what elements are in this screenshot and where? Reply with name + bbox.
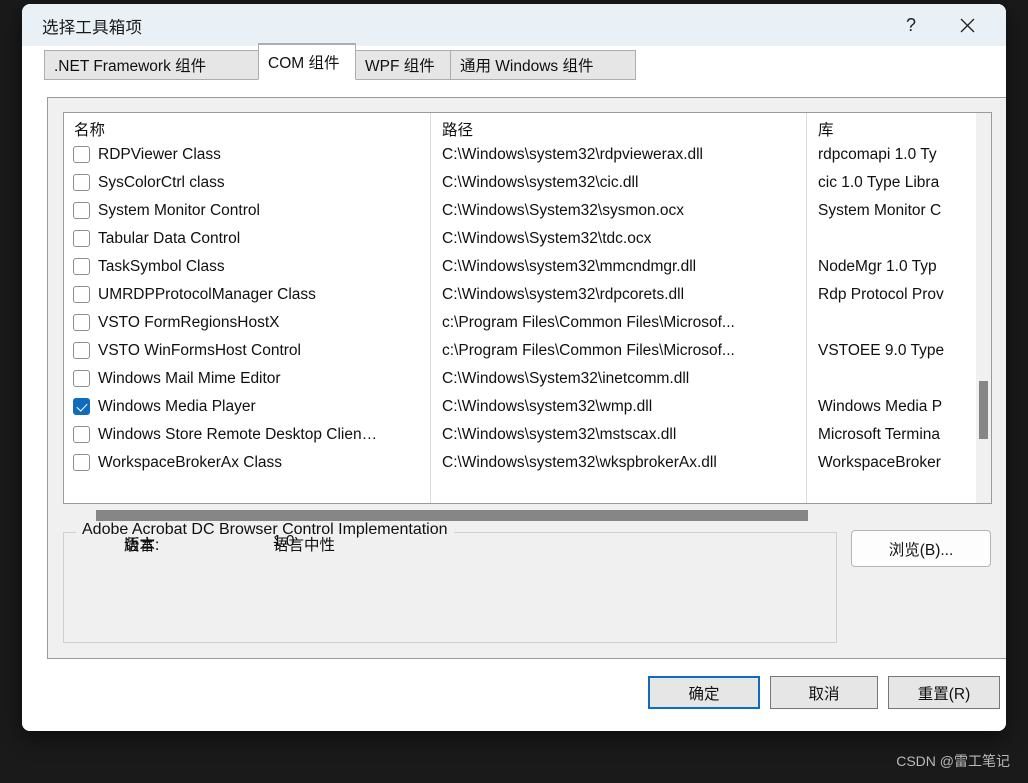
watermark: CSDN @雷工笔记 (896, 753, 1010, 769)
checkbox-icon[interactable] (73, 314, 90, 331)
cell-library: rdpcomapi 1.0 Ty (818, 146, 937, 163)
cancel-button[interactable]: 取消 (770, 676, 878, 709)
component-info-groupbox: Adobe Acrobat DC Browser Control Impleme… (63, 521, 837, 643)
table-row[interactable]: Windows Media Player C:\Windows\system32\… (64, 393, 991, 421)
column-header-name[interactable]: 名称 (74, 118, 105, 140)
checkbox-icon[interactable] (73, 174, 90, 191)
cell-name: SysColorCtrl class (98, 174, 225, 191)
tab-label: WPF 组件 (365, 58, 435, 75)
cell-library: Microsoft Termina (818, 426, 941, 443)
browse-button[interactable]: 浏览(B)... (851, 530, 991, 567)
vertical-scrollbar-thumb[interactable] (979, 381, 988, 439)
cell-path: C:\Windows\system32\mstscax.dll (442, 426, 677, 443)
tab-label: 通用 Windows 组件 (460, 58, 594, 75)
listview-content: 名称 路径 库 RDPViewer Class C:\Windows\system… (64, 113, 991, 503)
table-row[interactable]: Windows Store Remote Desktop Clien… C:\Wi… (64, 421, 991, 449)
help-icon[interactable]: ? (888, 4, 934, 46)
cell-path: C:\Windows\system32\wkspbrokerAx.dll (442, 454, 717, 471)
cell-library (818, 365, 978, 393)
checkbox-icon[interactable] (73, 230, 90, 247)
cell-path: C:\Windows\system32\mmcndmgr.dll (442, 258, 697, 275)
cell-path: C:\Windows\system32\rdpviewerax.dll (442, 146, 704, 163)
cell-name: Windows Store Remote Desktop Clien… (98, 426, 378, 443)
checkbox-icon[interactable] (73, 370, 90, 387)
tab-1[interactable]: COM 组件 (258, 44, 356, 80)
tab-label: COM 组件 (268, 55, 340, 72)
cell-name: UMRDPProtocolManager Class (98, 286, 316, 303)
cell-library: WorkspaceBroker (818, 454, 941, 471)
checkbox-icon[interactable] (73, 454, 90, 471)
table-row[interactable]: TaskSymbol Class C:\Windows\system32\mmcn… (64, 253, 991, 281)
dialog-footer: 确定 取消 重置(R) (22, 659, 1006, 731)
dialog-titlebar: 选择工具箱项 ? (22, 4, 1006, 46)
cell-library: cic 1.0 Type Libra (818, 174, 940, 191)
table-row[interactable]: RDPViewer Class C:\Windows\system32\rdpvi… (64, 141, 991, 169)
cell-path: C:\Windows\System32\inetcomm.dll (442, 370, 690, 387)
checkbox-icon[interactable] (73, 258, 90, 275)
cell-name: Windows Mail Mime Editor (98, 370, 281, 387)
cell-path: c:\Program Files\Common Files\Microsof..… (442, 342, 735, 359)
table-row[interactable]: VSTO FormRegionsHostX c:\Program Files\Co… (64, 309, 991, 337)
cell-path: C:\Windows\System32\sysmon.ocx (442, 202, 685, 219)
cell-name: System Monitor Control (98, 202, 260, 219)
ok-button[interactable]: 确定 (648, 676, 760, 709)
cell-library (818, 225, 978, 253)
cell-path: C:\Windows\system32\wmp.dll (442, 398, 653, 415)
table-row[interactable]: Tabular Data Control C:\Windows\System32\… (64, 225, 991, 253)
cell-library: VSTOEE 9.0 Type (818, 342, 945, 359)
cell-name: VSTO WinFormsHost Control (98, 342, 301, 359)
cell-library: NodeMgr 1.0 Typ (818, 258, 937, 275)
components-listview[interactable]: 名称 路径 库 RDPViewer Class C:\Windows\system… (63, 112, 992, 504)
column-header-path[interactable]: 路径 (442, 118, 473, 140)
checkbox-icon[interactable] (73, 146, 90, 163)
cell-library: Rdp Protocol Prov (818, 286, 944, 303)
tab-2[interactable]: WPF 组件 (355, 50, 451, 80)
table-row[interactable]: UMRDPProtocolManager Class C:\Windows\sys… (64, 281, 991, 309)
cell-path: c:\Program Files\Common Files\Microsof..… (442, 314, 735, 331)
checkbox-icon[interactable] (73, 202, 90, 219)
cell-path: C:\Windows\system32\rdpcorets.dll (442, 286, 685, 303)
cell-name: WorkspaceBrokerAx Class (98, 454, 283, 471)
tab-3[interactable]: 通用 Windows 组件 (450, 50, 636, 80)
table-row[interactable]: System Monitor Control C:\Windows\System3… (64, 197, 991, 225)
reset-button[interactable]: 重置(R) (888, 676, 1000, 709)
horizontal-scrollbar-thumb[interactable] (96, 510, 808, 521)
column-header-library[interactable]: 库 (818, 118, 834, 140)
checkbox-icon[interactable] (73, 286, 90, 303)
listview-vertical-scrollbar[interactable] (976, 113, 991, 503)
tab-strip: .NET Framework 组件 COM 组件 WPF 组件 通用 Windows … (22, 44, 1006, 80)
cell-path: C:\Windows\System32\tdc.ocx (442, 230, 652, 247)
tab-label: .NET Framework 组件 (54, 58, 207, 75)
close-icon[interactable] (944, 4, 990, 46)
tab-0[interactable]: .NET Framework 组件 (44, 50, 259, 80)
cell-name: VSTO FormRegionsHostX (98, 314, 280, 331)
version-label: 版本: (124, 537, 160, 554)
version-value: 1.0 (273, 533, 295, 550)
table-row[interactable]: SysColorCtrl class C:\Windows\system32\ci… (64, 169, 991, 197)
table-row[interactable]: WorkspaceBrokerAx Class C:\Windows\system… (64, 449, 991, 477)
cell-library: System Monitor C (818, 202, 942, 219)
cell-name: RDPViewer Class (98, 146, 221, 163)
table-row[interactable]: VSTO WinFormsHost Control c:\Program File… (64, 337, 991, 365)
select-toolbox-items-dialog: 选择工具箱项 ? .NET Framework 组件 COM 组件 WPF 组件 通用… (22, 4, 1006, 731)
cell-name: TaskSymbol Class (98, 258, 225, 275)
tab-page-com-components: 名称 路径 库 RDPViewer Class C:\Windows\system… (47, 97, 1006, 659)
checkbox-icon[interactable] (73, 426, 90, 443)
checkbox-icon[interactable] (73, 342, 90, 359)
cell-library: Windows Media P (818, 398, 943, 415)
cell-name: Windows Media Player (98, 398, 256, 415)
cell-path: C:\Windows\system32\cic.dll (442, 174, 639, 191)
dialog-title: 选择工具箱项 (42, 19, 143, 37)
table-row[interactable]: Windows Mail Mime Editor C:\Windows\Syste… (64, 365, 991, 393)
cell-name: Tabular Data Control (98, 230, 241, 247)
checkbox-checked-icon[interactable] (73, 398, 90, 415)
cell-library (818, 309, 978, 337)
